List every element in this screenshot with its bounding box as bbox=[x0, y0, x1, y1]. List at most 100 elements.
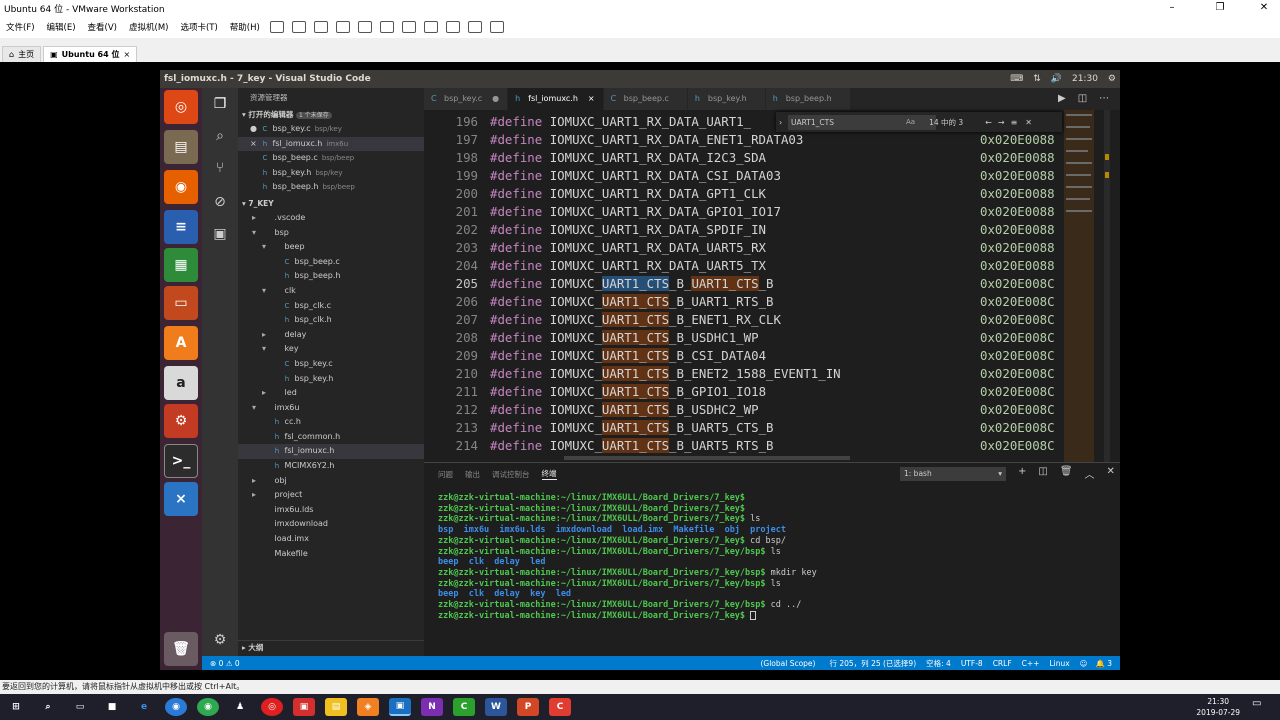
network-icon[interactable]: ⇅ bbox=[1033, 74, 1041, 84]
firefox-icon[interactable]: ◉ bbox=[164, 170, 198, 204]
keyboard-icon[interactable]: ⌨ bbox=[1010, 74, 1023, 84]
tab-home[interactable]: ⌂ 主页 bbox=[2, 46, 42, 62]
encoding-status[interactable]: UTF-8 bbox=[961, 659, 983, 668]
edge-icon[interactable]: e bbox=[133, 698, 155, 716]
view-icon[interactable] bbox=[489, 21, 504, 33]
tab-terminal[interactable]: 终端 bbox=[541, 468, 557, 480]
close-panel-icon[interactable]: ✕ bbox=[1107, 466, 1115, 481]
maximize-panel-icon[interactable]: ︿ bbox=[1085, 466, 1095, 481]
minimize-button[interactable]: – bbox=[1160, 0, 1184, 16]
feedback-icon[interactable]: ☺ bbox=[1080, 659, 1088, 668]
trash-icon[interactable]: 🗑 bbox=[164, 632, 198, 666]
editor-state-icon[interactable]: ● bbox=[250, 122, 260, 137]
tree-item[interactable]: h cc.h bbox=[238, 415, 424, 430]
send-keys-icon[interactable] bbox=[291, 21, 306, 33]
search-icon[interactable]: ⌕ bbox=[210, 126, 230, 146]
new-terminal-icon[interactable]: + bbox=[1018, 466, 1026, 481]
notification-center-icon[interactable]: ▭ bbox=[1252, 698, 1266, 714]
system-settings-icon[interactable]: ⚙ bbox=[164, 404, 198, 438]
tree-item[interactable]: C bsp_clk.c bbox=[238, 299, 424, 314]
search-taskbar-icon[interactable]: ⌕ bbox=[37, 698, 59, 716]
terminal-output[interactable]: zzk@zzk-virtual-machine:~/linux/IMX6ULL/… bbox=[438, 493, 817, 621]
snapshot-icon[interactable] bbox=[313, 21, 328, 33]
tree-item[interactable]: C bsp_beep.c bbox=[238, 255, 424, 270]
app-c-red-icon[interactable]: C bbox=[549, 698, 571, 716]
clock[interactable]: 21:30 bbox=[1072, 74, 1098, 84]
onenote-icon[interactable]: N bbox=[421, 698, 443, 716]
tree-item[interactable]: imx6u.lds bbox=[238, 503, 424, 518]
minimap[interactable] bbox=[1062, 110, 1110, 462]
toggle-replace-icon[interactable]: › bbox=[779, 118, 782, 127]
more-actions-icon[interactable]: ⋯ bbox=[1099, 93, 1109, 104]
code-editor[interactable]: 196#define IOMUXC_UART1_RX_DATA_UART1_31… bbox=[424, 110, 1120, 462]
camera-app-icon[interactable]: ■ bbox=[101, 698, 123, 716]
cursor-position[interactable]: 行 205，列 25 (已选择9) bbox=[829, 658, 916, 669]
tab-close-icon[interactable]: × bbox=[588, 94, 595, 103]
run-icon[interactable]: ▶ bbox=[1058, 93, 1066, 104]
console-icon[interactable] bbox=[467, 21, 482, 33]
tree-item[interactable]: ▾ key bbox=[238, 342, 424, 357]
close-find-icon[interactable]: ✕ bbox=[1025, 118, 1032, 127]
tree-item[interactable]: h fsl_common.h bbox=[238, 430, 424, 445]
debug-icon[interactable]: ⊘ bbox=[210, 192, 230, 212]
tree-item[interactable]: Makefile bbox=[238, 547, 424, 562]
language-status[interactable]: C++ bbox=[1022, 659, 1040, 668]
app-orange-icon[interactable]: ◈ bbox=[357, 698, 379, 716]
close-tab-icon[interactable]: × bbox=[123, 50, 130, 59]
tree-item[interactable]: C bsp_key.c bbox=[238, 357, 424, 372]
tree-item[interactable]: load.imx bbox=[238, 532, 424, 547]
folder-header[interactable]: ▾ 7_KEY bbox=[238, 197, 424, 211]
ubuntu-dash-icon[interactable]: ◎ bbox=[164, 90, 198, 124]
editor-tab[interactable]: Cbsp_key.c ● bbox=[424, 88, 509, 110]
files-icon[interactable]: ▤ bbox=[164, 130, 198, 164]
pause-icon[interactable] bbox=[269, 21, 284, 33]
tree-item[interactable]: h MCIMX6Y2.h bbox=[238, 459, 424, 474]
tree-item[interactable]: ▾ bsp bbox=[238, 226, 424, 241]
editor-state-icon[interactable]: × bbox=[250, 137, 260, 152]
split-terminal-icon[interactable]: ◫ bbox=[1038, 466, 1047, 481]
open-editor-item[interactable]: C bsp_beep.c bsp/beep bbox=[238, 151, 424, 166]
problems-status[interactable]: ⊗ 0 ⚠ 0 bbox=[210, 659, 240, 668]
vmware-taskbar-icon[interactable]: ▣ bbox=[389, 698, 411, 716]
previous-match-icon[interactable]: ← bbox=[985, 118, 992, 127]
tree-item[interactable]: h fsl_iomuxc.h bbox=[238, 444, 424, 460]
terminal-select[interactable]: 1: bash ▾ bbox=[900, 467, 1006, 481]
menu-item-5[interactable]: 帮助(H) bbox=[230, 21, 260, 33]
editor-tab[interactable]: h bsp_beep.h bbox=[765, 88, 851, 110]
explorer-icon[interactable]: ❐ bbox=[210, 94, 230, 114]
open-editors-header[interactable]: ▾ 打开的编辑器 1 个未保存 bbox=[238, 108, 424, 122]
tab-problems[interactable]: 问题 bbox=[438, 469, 453, 480]
menu-item-4[interactable]: 选项卡(T) bbox=[180, 21, 217, 33]
close-button[interactable]: ✕ bbox=[1252, 0, 1276, 16]
os-status[interactable]: Linux bbox=[1049, 659, 1069, 668]
scope-status[interactable]: (Global Scope) bbox=[760, 659, 815, 668]
app-green-icon[interactable]: ◉ bbox=[197, 698, 219, 716]
open-editor-item[interactable]: ● C bsp_key.c bsp/key bbox=[238, 122, 424, 137]
software-center-icon[interactable]: A bbox=[164, 326, 198, 360]
tree-item[interactable]: h bsp_beep.h bbox=[238, 269, 424, 284]
maximize-button[interactable]: ❐ bbox=[1208, 0, 1232, 16]
tree-item[interactable]: h bsp_clk.h bbox=[238, 313, 424, 328]
calc-icon[interactable]: ▦ bbox=[164, 248, 198, 282]
browser-icon[interactable]: ◉ bbox=[165, 698, 187, 716]
tree-item[interactable]: ▸ obj bbox=[238, 474, 424, 489]
library-icon[interactable] bbox=[379, 21, 394, 33]
source-control-icon[interactable]: ⑂ bbox=[210, 158, 230, 178]
kill-terminal-icon[interactable]: 🗑 bbox=[1060, 466, 1073, 481]
app-red-icon[interactable]: ▣ bbox=[293, 698, 315, 716]
tree-item[interactable]: ▸ delay bbox=[238, 328, 424, 343]
tab-ubuntu[interactable]: ▣ Ubuntu 64 位 × bbox=[43, 46, 138, 62]
notifications-status[interactable]: 🔔 3 bbox=[1096, 659, 1113, 668]
tree-item[interactable]: ▾ beep bbox=[238, 240, 424, 255]
tree-item[interactable]: ▸ project bbox=[238, 488, 424, 503]
manage-gear-icon[interactable]: ⚙ bbox=[210, 630, 230, 650]
open-editor-item[interactable]: h bsp_key.h bsp/key bbox=[238, 166, 424, 181]
next-match-icon[interactable]: → bbox=[998, 118, 1005, 127]
editor-tab[interactable]: h fsl_iomuxc.h × bbox=[508, 88, 604, 110]
match-case-icon[interactable]: Aa bbox=[906, 118, 915, 126]
revert-icon[interactable] bbox=[335, 21, 350, 33]
split-editor-icon[interactable]: ◫ bbox=[1078, 93, 1087, 104]
tree-item[interactable]: ▸ led bbox=[238, 386, 424, 401]
impress-icon[interactable]: ▭ bbox=[164, 286, 198, 320]
horizontal-scrollbar[interactable] bbox=[564, 456, 850, 460]
